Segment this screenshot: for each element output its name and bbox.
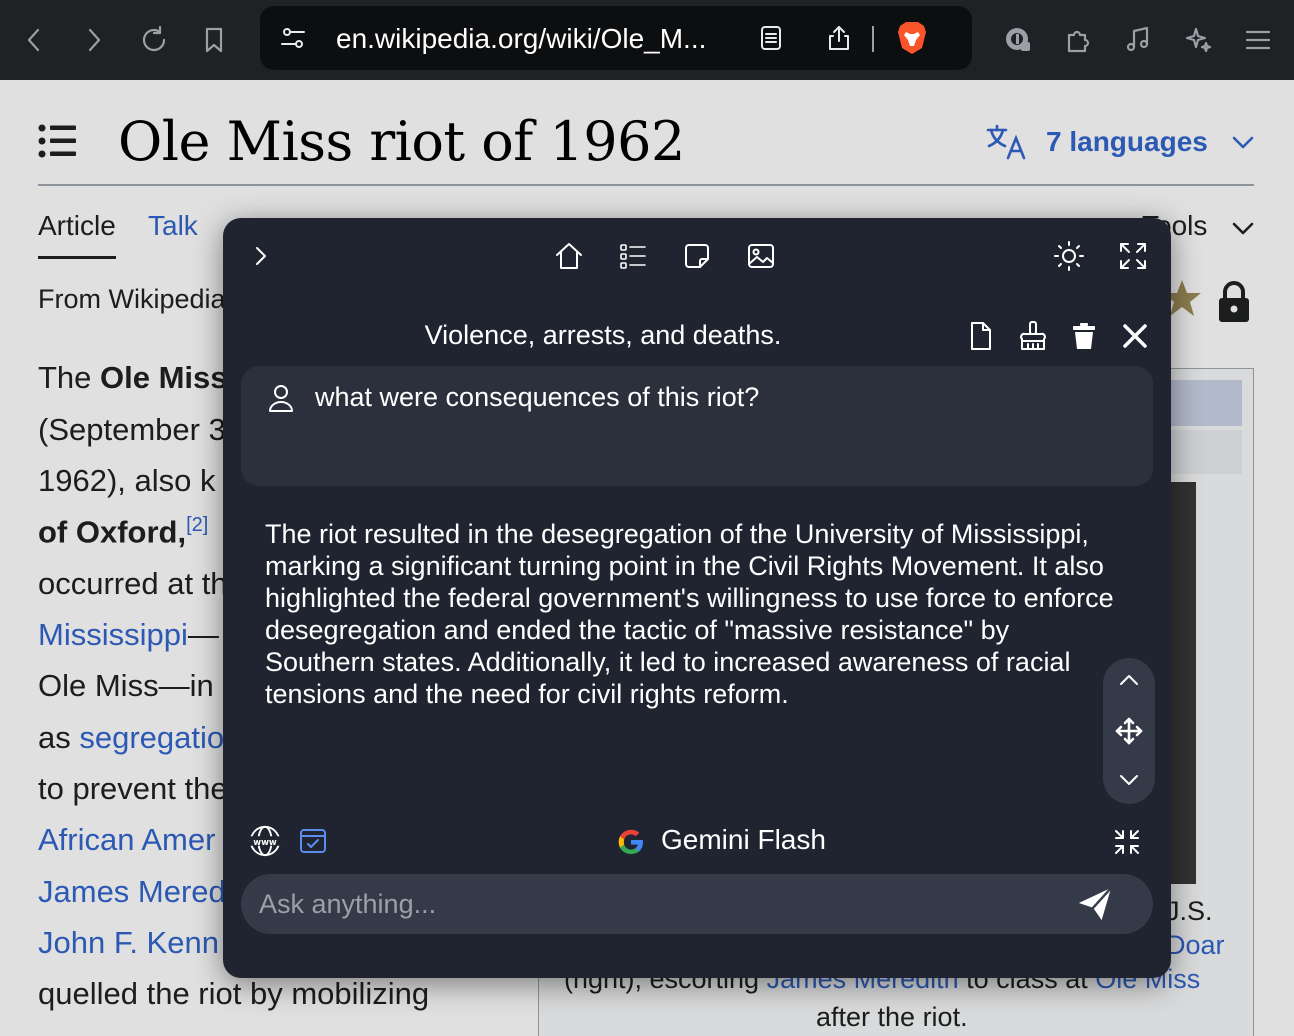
browser-toolbar: en.wikipedia.org/wiki/Ole_M... [0, 0, 1294, 80]
page-title: Ole Miss riot of 1962 [118, 110, 685, 173]
chevron-down-icon[interactable] [1230, 132, 1256, 152]
reload-icon[interactable] [134, 20, 174, 60]
ai-sparkle-icon[interactable] [1178, 20, 1218, 60]
expand-icon[interactable] [1115, 238, 1151, 274]
scroll-controls [1103, 658, 1155, 804]
user-message: what were consequences of this riot? [241, 366, 1153, 486]
body-line: of Oxford,[2] [38, 514, 209, 550]
link-african-american[interactable]: African Amer [38, 822, 215, 857]
url-text[interactable]: en.wikipedia.org/wiki/Ole_M... [336, 23, 706, 55]
title-divider [38, 184, 1254, 186]
tab-article[interactable]: Article [38, 210, 116, 242]
body-line: Mississippi— [38, 617, 219, 652]
svg-text:www: www [253, 838, 277, 848]
page-context-icon[interactable] [295, 823, 331, 859]
assistant-answer: The riot resulted in the desegregation o… [265, 519, 1114, 709]
password-manager-icon[interactable] [998, 20, 1038, 60]
chat-input-box [241, 874, 1153, 934]
document-icon[interactable] [963, 318, 999, 354]
body-line: quelled the riot by mobilizing [38, 976, 430, 1011]
model-selector[interactable]: Gemini Flash [661, 824, 826, 856]
body-line: to prevent the [38, 771, 228, 806]
bookmark-icon[interactable] [194, 20, 234, 60]
extensions-icon[interactable] [1058, 20, 1098, 60]
body-line: African Amer [38, 822, 215, 858]
clear-broom-icon[interactable] [1015, 318, 1051, 354]
music-icon[interactable] [1118, 20, 1158, 60]
link-james-meredith[interactable]: James Mered [38, 874, 226, 909]
collapse-chevron-icon[interactable] [243, 238, 279, 274]
trash-icon[interactable] [1066, 318, 1102, 354]
brave-shields-icon[interactable] [896, 20, 928, 56]
google-logo-icon [617, 828, 645, 856]
body-line: James Mered [38, 874, 226, 910]
assistant-panel: Violence, arrests, and deaths. what were… [223, 218, 1171, 978]
site-settings-icon[interactable] [278, 23, 308, 53]
user-avatar-icon [263, 380, 299, 416]
link-segregation[interactable]: segregatio [79, 720, 224, 755]
url-separator [872, 26, 874, 52]
body-line: The Ole Miss [38, 360, 228, 395]
chat-input[interactable] [259, 884, 1049, 924]
home-icon[interactable] [551, 238, 587, 274]
web-search-icon[interactable]: www [247, 823, 283, 859]
close-icon[interactable] [1117, 318, 1153, 354]
list-icon[interactable] [615, 238, 651, 274]
body-line: John F. Kenn [38, 925, 219, 961]
from-wikipedia-tagline: From Wikipedia [38, 284, 226, 314]
note-icon[interactable] [679, 238, 715, 274]
scroll-up-icon[interactable] [1111, 662, 1147, 698]
table-of-contents-icon[interactable] [38, 124, 78, 158]
chevron-down-icon[interactable] [1230, 218, 1256, 238]
tab-talk[interactable]: Talk [148, 210, 198, 242]
hamburger-menu-icon[interactable] [1238, 20, 1278, 60]
drag-move-icon[interactable] [1111, 713, 1147, 749]
scroll-down-icon[interactable] [1111, 762, 1147, 798]
forward-arrow-icon[interactable] [74, 20, 114, 60]
conversation-title: Violence, arrests, and deaths. [424, 320, 782, 350]
address-bar[interactable]: en.wikipedia.org/wiki/Ole_M... [260, 6, 972, 70]
caption-link[interactable]: Doar [1166, 930, 1225, 961]
reader-mode-icon[interactable] [756, 23, 786, 53]
share-icon[interactable] [824, 23, 854, 53]
user-question: what were consequences of this riot? [315, 382, 760, 412]
translate-icon[interactable] [986, 124, 1028, 160]
back-arrow-icon[interactable] [14, 20, 54, 60]
protection-lock-icon[interactable] [1216, 280, 1252, 324]
image-icon[interactable] [743, 238, 779, 274]
citation-ref[interactable]: [2] [186, 514, 208, 536]
caption-text: J.S. [1166, 896, 1213, 926]
active-tab-underline [38, 256, 116, 259]
send-icon[interactable] [1075, 884, 1115, 924]
body-line: as segregatio [38, 720, 225, 755]
body-line: 1962), also k [38, 463, 216, 498]
link-mississippi[interactable]: Mississippi [38, 617, 188, 652]
collapse-icon[interactable] [1109, 824, 1145, 860]
link-john-f-kennedy[interactable]: John F. Kenn [38, 925, 219, 960]
body-line: occurred at th [38, 566, 228, 601]
theme-sun-icon[interactable] [1051, 238, 1087, 274]
body-line: Ole Miss—in [38, 668, 214, 703]
body-line: (September 3 [38, 412, 226, 447]
caption-text: after the riot. [816, 1002, 968, 1032]
languages-link[interactable]: 7 languages [1046, 126, 1208, 158]
